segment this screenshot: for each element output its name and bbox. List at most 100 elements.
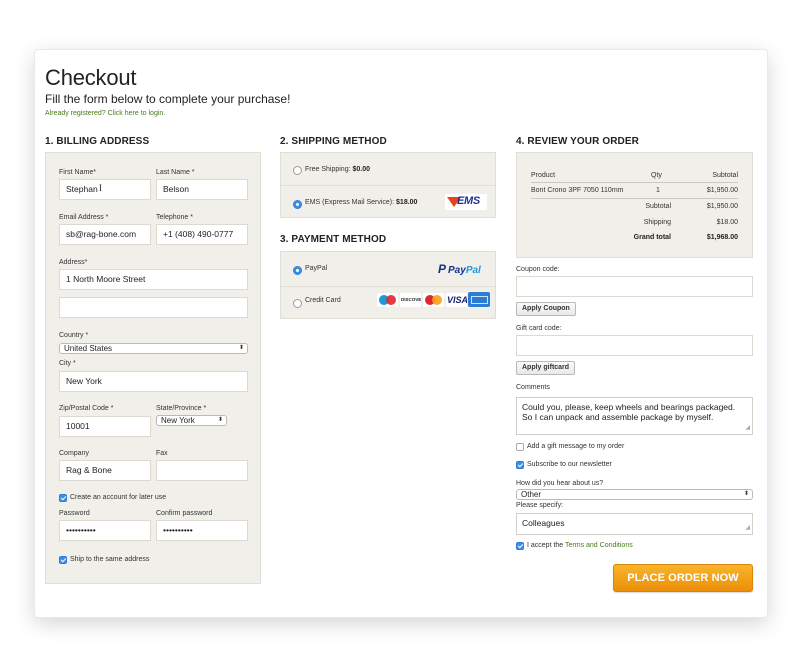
comments-line1: Could you, please, keep wheels and beari…: [522, 402, 736, 412]
free-shipping-radio[interactable]: [293, 166, 302, 175]
maestro-icon: [377, 293, 398, 307]
terms-prefix: I accept the: [527, 542, 566, 549]
specify-textarea[interactable]: Colleagues ◢: [516, 513, 753, 535]
city-input[interactable]: New York: [59, 371, 248, 392]
telephone-label: Telephone *: [156, 214, 193, 221]
address-line1-input[interactable]: 1 North Moore Street: [59, 269, 248, 290]
confirm-password-input[interactable]: ••••••••••: [156, 520, 248, 541]
shipping-divider: [281, 185, 495, 186]
fax-input[interactable]: [156, 460, 248, 481]
ems-shipping-price: $18.00: [396, 199, 418, 206]
shipping-total-label: Shipping: [643, 219, 671, 226]
col-header-subtotal: Subtotal: [712, 172, 738, 179]
first-name-label: First Name*: [59, 169, 96, 176]
place-order-button[interactable]: PLACE ORDER NOW: [613, 564, 753, 592]
last-name-input[interactable]: Belson: [156, 179, 248, 200]
giftcard-label: Gift card code:: [516, 325, 562, 332]
specify-label: Please specify:: [516, 502, 564, 509]
paypal-p-mark: P: [438, 262, 447, 276]
item-subtotal: $1,950.00: [706, 187, 738, 194]
country-label: Country *: [59, 332, 89, 339]
terms-link[interactable]: Terms and Conditions: [565, 542, 633, 549]
review-section-title: 4. REVIEW YOUR ORDER: [516, 136, 639, 147]
col-header-qty: Qty: [651, 172, 662, 179]
ship-same-address-label: Ship to the same address: [70, 556, 150, 563]
select-arrows-icon: ⬍: [217, 417, 223, 423]
apply-coupon-button[interactable]: Apply Coupon: [516, 302, 576, 316]
table-header-line: [531, 182, 738, 183]
company-label: Company: [59, 450, 89, 457]
state-select[interactable]: New York ⬍: [156, 415, 227, 426]
review-panel: Product Qty Subtotal Bont Crono 3PF 7050…: [516, 152, 753, 258]
mastercard-orange-circle: [432, 295, 442, 305]
item-qty: 1: [656, 187, 660, 194]
address-line2-input[interactable]: [59, 297, 248, 318]
coupon-input[interactable]: [516, 276, 753, 297]
last-name-label: Last Name *: [156, 169, 195, 176]
first-name-input[interactable]: Stephan: [59, 179, 151, 200]
apply-giftcard-button[interactable]: Apply giftcard: [516, 361, 576, 375]
free-shipping-price: $0.00: [352, 166, 371, 173]
paypal-label: PayPal: [305, 265, 328, 272]
hear-about-label: How did you hear about us?: [516, 480, 604, 487]
select-arrows-icon: ⬍: [238, 345, 244, 351]
resize-handle-icon[interactable]: ◢: [745, 523, 750, 533]
billing-section-title: 1. BILLING ADDRESS: [45, 136, 150, 147]
email-input[interactable]: sb@rag-bone.com: [59, 224, 151, 245]
gift-message-checkbox[interactable]: [516, 443, 524, 451]
col-header-product: Product: [531, 172, 556, 179]
city-label: City *: [59, 360, 76, 367]
table-items-line: [531, 198, 738, 199]
login-link[interactable]: Already registered? Click here to login.: [45, 110, 165, 117]
ems-shipping-radio[interactable]: [293, 200, 302, 209]
billing-panel: First Name* Stephan I Last Name * Belson…: [45, 152, 261, 584]
coupon-label: Coupon code:: [516, 266, 560, 273]
mastercard-icon: [423, 293, 444, 307]
text-cursor-icon: I: [99, 183, 102, 193]
confirm-password-label: Confirm password: [156, 510, 213, 517]
country-select[interactable]: United States ⬍: [59, 343, 248, 354]
payment-section-title: 3. PAYMENT METHOD: [280, 234, 387, 245]
paypal-radio[interactable]: [293, 266, 302, 275]
telephone-input[interactable]: +1 (408) 490-0777: [156, 224, 248, 245]
shipping-section-title: 2. SHIPPING METHOD: [280, 136, 387, 147]
zip-label: Zip/Postal Code *: [59, 405, 114, 412]
giftcard-input[interactable]: [516, 335, 753, 356]
paypal-pal-text: Pal: [465, 265, 481, 276]
zip-input[interactable]: 10001: [59, 416, 151, 437]
ems-shipping-label: EMS (Express Mail Service): $18.00: [305, 199, 417, 206]
subtotal-label: Subtotal: [645, 203, 671, 210]
password-input[interactable]: ••••••••••: [59, 520, 151, 541]
password-label: Password: [59, 510, 90, 517]
payment-divider: [281, 286, 495, 287]
comments-textarea[interactable]: Could you, please, keep wheels and beari…: [516, 397, 753, 435]
ems-shipping-text: EMS (Express Mail Service):: [305, 199, 397, 206]
ship-same-address-checkbox[interactable]: [59, 556, 67, 564]
state-value: New York: [161, 416, 195, 425]
comments-label: Comments: [516, 384, 550, 391]
select-arrows-icon: ⬍: [743, 491, 749, 497]
discover-text: DISCOVER: [401, 297, 421, 302]
hear-about-select[interactable]: Other ⬍: [516, 489, 753, 500]
terms-checkbox[interactable]: [516, 542, 524, 550]
credit-card-radio[interactable]: [293, 299, 302, 308]
resize-handle-icon[interactable]: ◢: [745, 423, 750, 433]
credit-card-label: Credit Card: [305, 297, 341, 304]
subtotal-value: $1,950.00: [706, 203, 738, 210]
fax-label: Fax: [156, 450, 168, 457]
paypal-logo-icon: P PayPal: [438, 262, 481, 276]
page-title: Checkout: [45, 65, 137, 90]
discover-icon: DISCOVER: [400, 293, 421, 307]
amex-icon: [468, 292, 490, 307]
item-product: Bont Crono 3PF 7050 110mm: [531, 187, 624, 194]
create-account-checkbox[interactable]: [59, 494, 67, 502]
company-input[interactable]: Rag & Bone: [59, 460, 151, 481]
comments-line2: So I can unpack and assemble package by …: [522, 412, 714, 422]
visa-text: VISA: [447, 295, 467, 305]
newsletter-checkbox[interactable]: [516, 461, 524, 469]
maestro-red-circle: [386, 295, 396, 305]
visa-icon: VISA: [446, 293, 467, 307]
grand-total-label: Grand total: [633, 234, 671, 241]
page-subtitle: Fill the form below to complete your pur…: [45, 92, 291, 106]
newsletter-label: Subscribe to our newsletter: [527, 461, 612, 468]
